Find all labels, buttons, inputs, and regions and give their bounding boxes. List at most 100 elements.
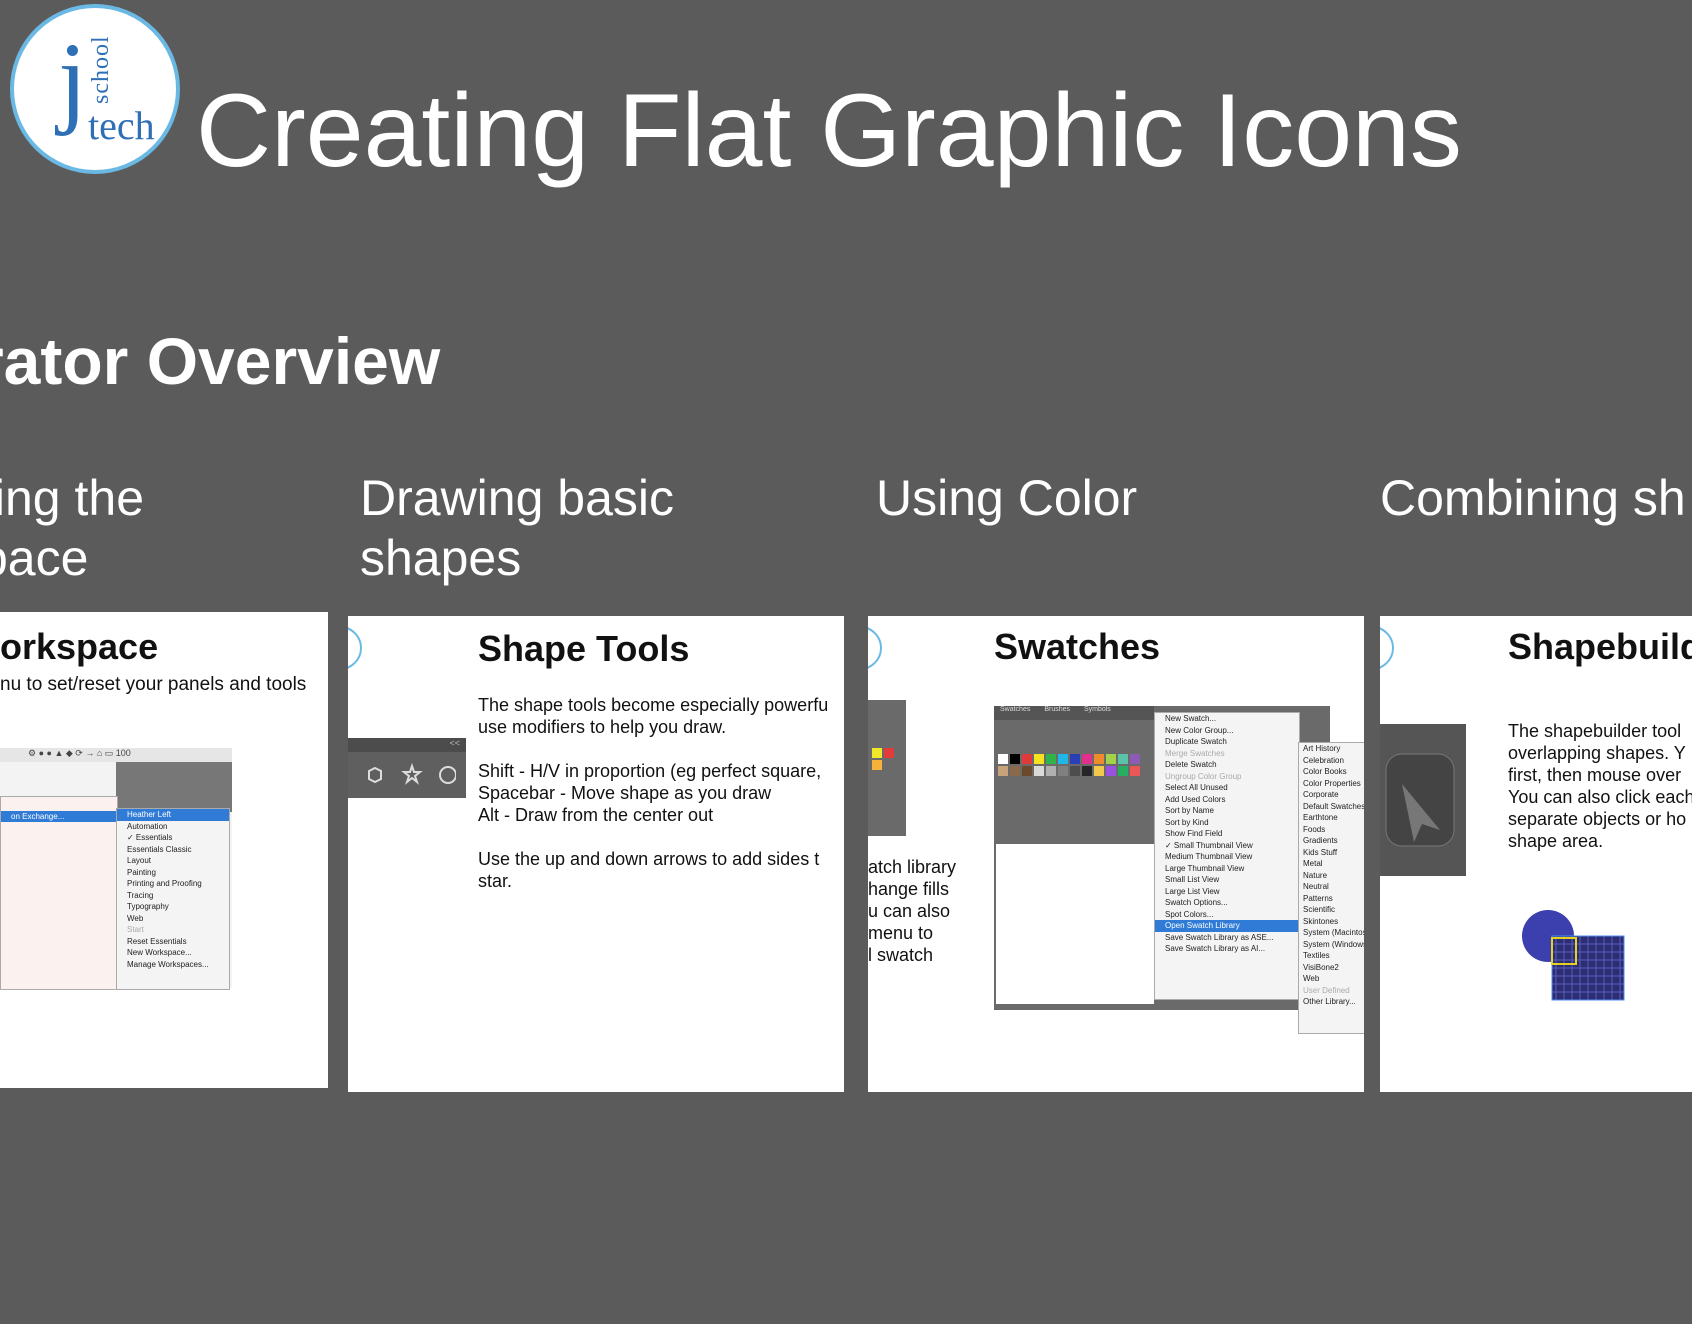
- swatch-menu-item[interactable]: New Color Group...: [1155, 725, 1299, 737]
- swatch-menu-item[interactable]: Delete Swatch: [1155, 759, 1299, 771]
- swatch-library-item[interactable]: Color Properties: [1299, 778, 1364, 790]
- swatch-menu-item[interactable]: New Swatch...: [1155, 713, 1299, 725]
- collapse-icon[interactable]: <<: [348, 738, 466, 752]
- color-swatch[interactable]: [1082, 766, 1092, 776]
- color-swatch[interactable]: [998, 754, 1008, 764]
- swatch-library-item[interactable]: Scientific: [1299, 904, 1364, 916]
- slide-title: orkspace: [0, 626, 159, 667]
- workspace-item[interactable]: Start: [117, 924, 229, 936]
- swatch-library-item[interactable]: Foods: [1299, 824, 1364, 836]
- workspace-item[interactable]: Reset Essentials: [117, 936, 229, 948]
- color-swatch[interactable]: [1046, 754, 1056, 764]
- workspace-item[interactable]: Tracing: [117, 890, 229, 902]
- workspace-item[interactable]: Automation: [117, 821, 229, 833]
- color-swatch[interactable]: [1094, 766, 1104, 776]
- swatch-menu-item[interactable]: Medium Thumbnail View: [1155, 851, 1299, 863]
- color-swatch[interactable]: [1082, 754, 1092, 764]
- swatch-menu-item[interactable]: Save Swatch Library as ASE...: [1155, 932, 1299, 944]
- swatch-list-area: [996, 844, 1154, 1004]
- swatch-menu-item[interactable]: Show Find Field: [1155, 828, 1299, 840]
- color-swatch[interactable]: [1034, 766, 1044, 776]
- color-swatch[interactable]: [1046, 766, 1056, 776]
- tab-brushes[interactable]: Brushes: [1044, 706, 1070, 713]
- swatch-menu-item[interactable]: Merge Swatches: [1155, 748, 1299, 760]
- slide-subtitle: nu to set/reset your panels and tools: [0, 674, 307, 695]
- swatch-menu-item[interactable]: Add Used Colors: [1155, 794, 1299, 806]
- swatch-library-item[interactable]: Default Swatches: [1299, 801, 1364, 813]
- slide-thumbnail-swatches[interactable]: Swatches atch library hange fills u can …: [868, 616, 1364, 1092]
- swatch-menu-item[interactable]: Sort by Kind: [1155, 817, 1299, 829]
- swatch-menu-item[interactable]: Swatch Options...: [1155, 897, 1299, 909]
- swatch-library-item[interactable]: Color Books: [1299, 766, 1364, 778]
- swatch-library-item[interactable]: Gradients: [1299, 835, 1364, 847]
- color-swatch[interactable]: [1034, 754, 1044, 764]
- menu-item[interactable]: [1, 799, 117, 811]
- swatch-menu-item[interactable]: Spot Colors...: [1155, 909, 1299, 921]
- slide-thumbnail-workspace[interactable]: orkspace nu to set/reset your panels and…: [0, 612, 328, 1088]
- swatch-menu-item[interactable]: Duplicate Swatch: [1155, 736, 1299, 748]
- swatch-menu-item[interactable]: Large List View: [1155, 886, 1299, 898]
- workspace-item[interactable]: Typography: [117, 901, 229, 913]
- swatch-menu-item[interactable]: Save Swatch Library as AI...: [1155, 943, 1299, 955]
- workspace-item[interactable]: ✓ Essentials: [117, 832, 229, 844]
- swatch-menu-item[interactable]: Ungroup Color Group: [1155, 771, 1299, 783]
- swatch-library-item[interactable]: User Defined: [1299, 985, 1364, 997]
- color-swatch[interactable]: [998, 766, 1008, 776]
- swatch-library-item[interactable]: VisiBone2: [1299, 962, 1364, 974]
- slide-body: The shape tools become especially powerf…: [478, 695, 829, 891]
- swatch-library-item[interactable]: Nature: [1299, 870, 1364, 882]
- swatch-library-item[interactable]: System (Windows): [1299, 939, 1364, 951]
- color-swatch[interactable]: [1058, 754, 1068, 764]
- color-swatch[interactable]: [1106, 766, 1116, 776]
- color-swatch[interactable]: [1130, 766, 1140, 776]
- workspace-item[interactable]: Heather Left: [117, 809, 229, 821]
- slide-title: Shapebuild: [1508, 626, 1692, 667]
- workspace-item[interactable]: Painting: [117, 867, 229, 879]
- color-swatch[interactable]: [1118, 754, 1128, 764]
- swatch-menu-item[interactable]: Open Swatch Library: [1155, 920, 1299, 932]
- color-swatch[interactable]: [1022, 766, 1032, 776]
- workspace-item[interactable]: Essentials Classic: [117, 844, 229, 856]
- swatch-library-item[interactable]: Neutral: [1299, 881, 1364, 893]
- swatch-menu-item[interactable]: Sort by Name: [1155, 805, 1299, 817]
- swatch-library-item[interactable]: Celebration: [1299, 755, 1364, 767]
- swatch-menu-item[interactable]: Large Thumbnail View: [1155, 863, 1299, 875]
- color-swatch[interactable]: [1070, 766, 1080, 776]
- color-swatch[interactable]: [1010, 766, 1020, 776]
- color-swatch[interactable]: [1022, 754, 1032, 764]
- flare-icon: [439, 766, 456, 784]
- swatch-menu-item[interactable]: Small List View: [1155, 874, 1299, 886]
- square-shape: [1551, 935, 1625, 1001]
- swatch-library-item[interactable]: Other Library...: [1299, 996, 1364, 1008]
- color-swatch[interactable]: [1058, 766, 1068, 776]
- workspace-item[interactable]: Printing and Proofing: [117, 878, 229, 890]
- color-swatch[interactable]: [1130, 754, 1140, 764]
- workspace-item[interactable]: Web: [117, 913, 229, 925]
- slide-thumbnail-shapebuilder[interactable]: Shapebuild The shapebuilder tool overlap…: [1380, 616, 1692, 1092]
- swatch-library-item[interactable]: Earthtone: [1299, 812, 1364, 824]
- workspace-item[interactable]: New Workspace...: [117, 947, 229, 959]
- color-swatch[interactable]: [1106, 754, 1116, 764]
- swatch-library-item[interactable]: Skintones: [1299, 916, 1364, 928]
- swatch-menu-item[interactable]: ✓ Small Thumbnail View: [1155, 840, 1299, 852]
- workspace-item[interactable]: Manage Workspaces...: [117, 959, 229, 971]
- swatch-library-item[interactable]: Metal: [1299, 858, 1364, 870]
- tab-symbols[interactable]: Symbols: [1084, 706, 1111, 713]
- tab-swatches[interactable]: Swatches: [1000, 706, 1030, 713]
- color-swatch[interactable]: [1070, 754, 1080, 764]
- swatch-library-item[interactable]: Kids Stuff: [1299, 847, 1364, 859]
- slide-thumbnail-shape-tools[interactable]: Shape Tools The shape tools become espec…: [348, 616, 844, 1092]
- swatch-library-item[interactable]: Textiles: [1299, 950, 1364, 962]
- color-swatch[interactable]: [1118, 766, 1128, 776]
- swatch-library-item[interactable]: Web: [1299, 973, 1364, 985]
- workspace-item[interactable]: Layout: [117, 855, 229, 867]
- color-swatch[interactable]: [1094, 754, 1104, 764]
- menu-item-selected[interactable]: on Exchange...: [1, 810, 117, 822]
- color-swatch[interactable]: [1010, 754, 1020, 764]
- swatch-library-item[interactable]: Corporate: [1299, 789, 1364, 801]
- swatch-library-item[interactable]: Patterns: [1299, 893, 1364, 905]
- swatch-menu-item[interactable]: Select All Unused: [1155, 782, 1299, 794]
- swatch-library-item[interactable]: Art History: [1299, 743, 1364, 755]
- swatch-library-item[interactable]: System (Macintosh): [1299, 927, 1364, 939]
- swatch-library-submenu: Art History Celebration Color Books Color P…: [1298, 742, 1364, 1034]
